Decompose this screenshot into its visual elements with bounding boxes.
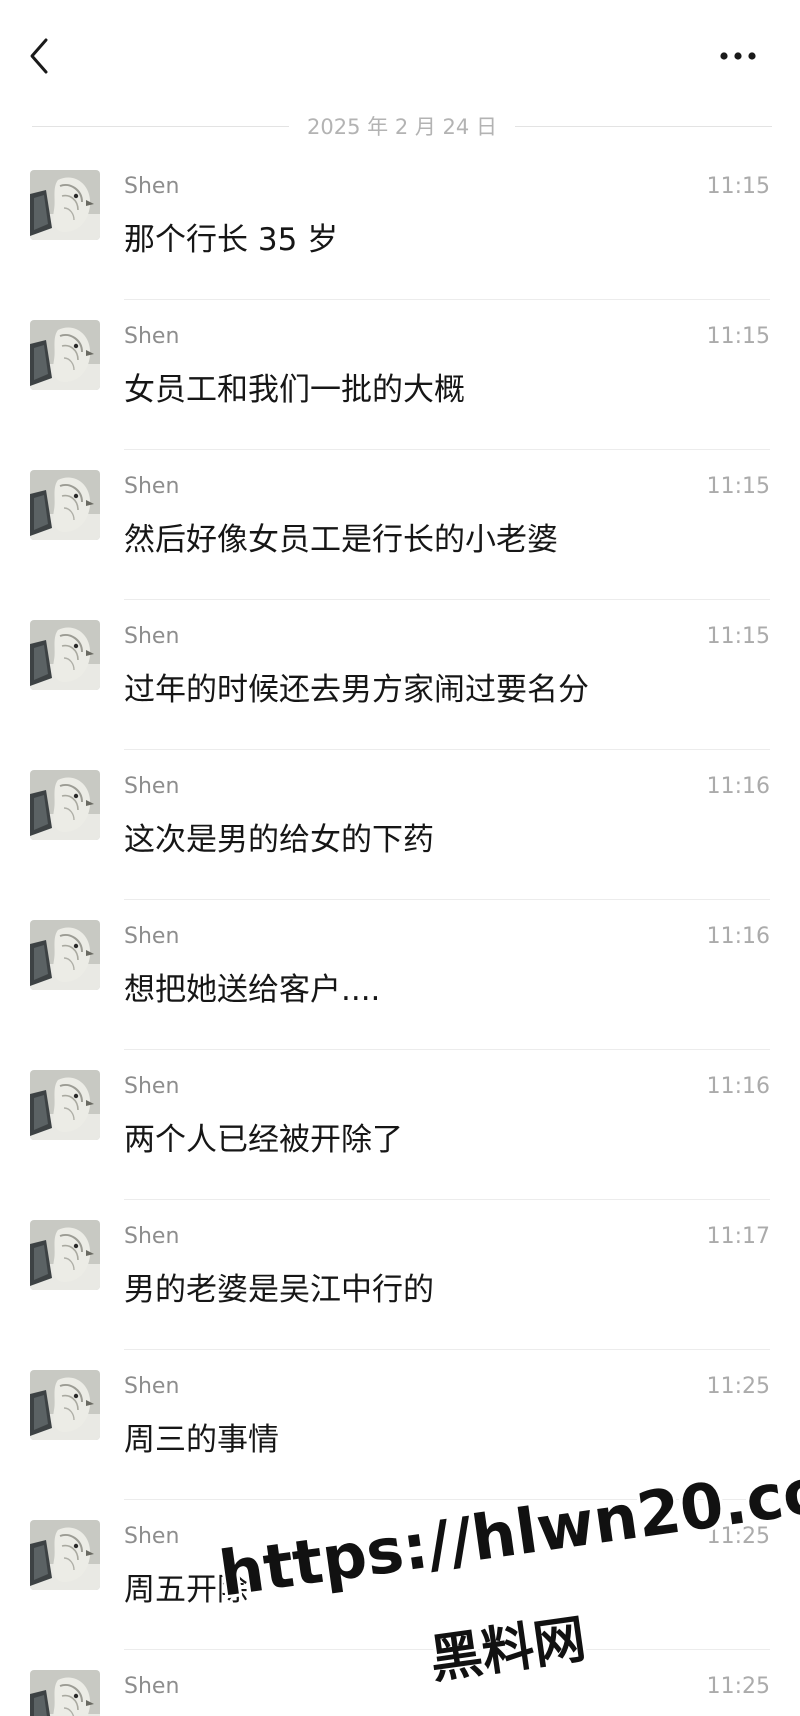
message-text: 周五开除	[124, 1572, 248, 1608]
message-item[interactable]: Shen 11:25 周五开除	[0, 1500, 800, 1650]
avatar[interactable]	[30, 770, 100, 840]
bird-avatar-icon	[30, 1520, 100, 1590]
sender-name: Shen	[124, 324, 180, 349]
message-item[interactable]: Shen 11:17 男的老婆是吴江中行的	[0, 1200, 800, 1350]
date-separator-line-left	[32, 125, 290, 127]
message-item[interactable]: Shen 11:25	[0, 1650, 800, 1716]
bird-avatar-icon	[30, 1670, 100, 1716]
sender-name: Shen	[124, 1224, 180, 1249]
avatar[interactable]	[30, 1520, 100, 1590]
date-separator-line-right	[514, 125, 772, 127]
message-time: 11:16	[706, 1074, 770, 1099]
more-options-button[interactable]	[714, 36, 774, 76]
avatar[interactable]	[30, 1070, 100, 1140]
avatar[interactable]	[30, 1370, 100, 1440]
avatar[interactable]	[30, 620, 100, 690]
avatar[interactable]	[30, 920, 100, 990]
message-time: 11:25	[706, 1374, 770, 1399]
chat-header	[0, 0, 800, 110]
sender-name: Shen	[124, 624, 180, 649]
bird-avatar-icon	[30, 170, 100, 240]
message-item[interactable]: Shen 11:15 然后好像女员工是行长的小老婆	[0, 450, 800, 600]
bird-avatar-icon	[30, 620, 100, 690]
message-text: 想把她送给客户....	[124, 972, 381, 1008]
message-text: 然后好像女员工是行长的小老婆	[124, 522, 558, 558]
message-time: 11:15	[706, 324, 770, 349]
avatar[interactable]	[30, 1670, 100, 1716]
sender-name: Shen	[124, 924, 180, 949]
bird-avatar-icon	[30, 920, 100, 990]
back-button[interactable]	[22, 34, 56, 78]
message-item[interactable]: Shen 11:15 女员工和我们一批的大概	[0, 300, 800, 450]
sender-name: Shen	[124, 1524, 180, 1549]
message-text: 这次是男的给女的下药	[124, 822, 434, 858]
message-item[interactable]: Shen 11:16 这次是男的给女的下药	[0, 750, 800, 900]
sender-name: Shen	[124, 1674, 180, 1699]
date-separator-label: 2025 年 2 月 24 日	[307, 115, 497, 139]
bird-avatar-icon	[30, 1070, 100, 1140]
bird-avatar-icon	[30, 320, 100, 390]
message-text: 那个行长 35 岁	[124, 222, 339, 258]
message-time: 11:25	[706, 1524, 770, 1549]
message-time: 11:17	[706, 1224, 770, 1249]
message-text: 周三的事情	[124, 1422, 279, 1458]
message-item[interactable]: Shen 11:15 过年的时候还去男方家闹过要名分	[0, 600, 800, 750]
message-item[interactable]: Shen 11:16 想把她送给客户....	[0, 900, 800, 1050]
message-time: 11:15	[706, 474, 770, 499]
sender-name: Shen	[124, 474, 180, 499]
avatar[interactable]	[30, 320, 100, 390]
sender-name: Shen	[124, 774, 180, 799]
chevron-left-icon	[30, 38, 48, 74]
sender-name: Shen	[124, 1374, 180, 1399]
bird-avatar-icon	[30, 470, 100, 540]
sender-name: Shen	[124, 1074, 180, 1099]
bird-avatar-icon	[30, 1220, 100, 1290]
message-text: 过年的时候还去男方家闹过要名分	[124, 672, 589, 708]
sender-name: Shen	[124, 174, 180, 199]
avatar[interactable]	[30, 470, 100, 540]
message-time: 11:15	[706, 174, 770, 199]
date-separator: 2025 年 2 月 24 日	[32, 106, 772, 146]
bird-avatar-icon	[30, 770, 100, 840]
message-time: 11:16	[706, 924, 770, 949]
message-item[interactable]: Shen 11:25 周三的事情	[0, 1350, 800, 1500]
message-text: 女员工和我们一批的大概	[124, 372, 465, 408]
more-horizontal-icon	[720, 52, 756, 60]
message-list[interactable]: Shen 11:15 那个行长 35 岁 Shen 11:15 女员工和我们一批…	[0, 150, 800, 1716]
message-time: 11:25	[706, 1674, 770, 1699]
message-text: 男的老婆是吴江中行的	[124, 1272, 434, 1308]
message-time: 11:15	[706, 624, 770, 649]
avatar[interactable]	[30, 1220, 100, 1290]
message-item[interactable]: Shen 11:16 两个人已经被开除了	[0, 1050, 800, 1200]
bird-avatar-icon	[30, 1370, 100, 1440]
message-text: 两个人已经被开除了	[124, 1122, 403, 1158]
message-item[interactable]: Shen 11:15 那个行长 35 岁	[0, 150, 800, 300]
message-time: 11:16	[706, 774, 770, 799]
avatar[interactable]	[30, 170, 100, 240]
